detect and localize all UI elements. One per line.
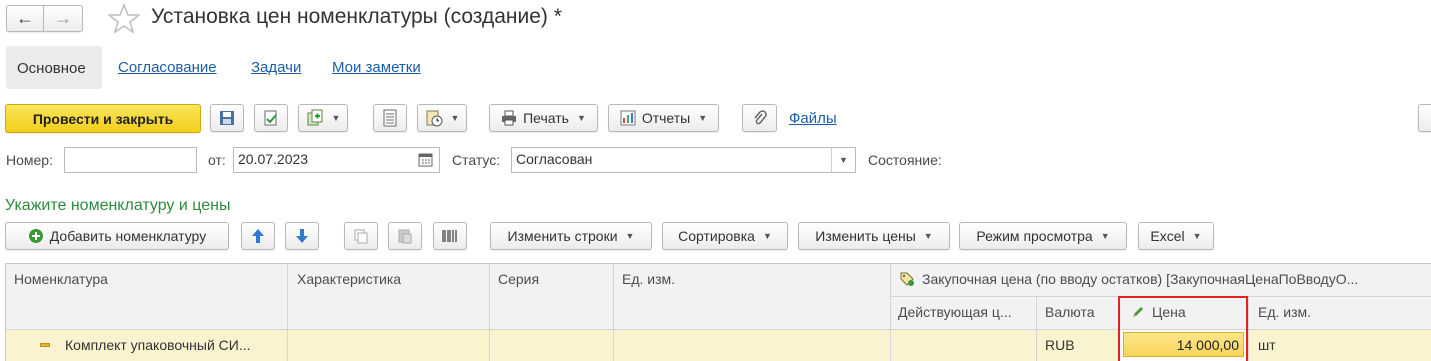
col-header-item[interactable]: Номенклатура: [14, 271, 108, 287]
chevron-down-icon: ▼: [698, 113, 708, 123]
calendar-icon[interactable]: [418, 152, 434, 167]
plus-circle-icon: [28, 229, 43, 243]
excel-button[interactable]: Excel ▼: [1138, 222, 1214, 250]
view-mode-label: Режим просмотра: [976, 228, 1093, 244]
reports-button[interactable]: Отчеты ▼: [608, 104, 719, 132]
history-button[interactable]: ▼: [417, 104, 467, 132]
chevron-down-icon: ▼: [1100, 231, 1110, 241]
window-title: Установка цен номенклатуры (создание) *: [151, 5, 562, 28]
change-prices-label: Изменить цены: [815, 228, 916, 244]
document-list-button[interactable]: [373, 104, 407, 132]
files-link[interactable]: Файлы: [789, 110, 837, 127]
change-rows-label: Изменить строки: [507, 228, 618, 244]
col-header-price-unit[interactable]: Ед. изм.: [1258, 304, 1311, 320]
number-field[interactable]: [64, 147, 197, 173]
date-label: от:: [208, 152, 226, 168]
post-document-icon: [264, 110, 277, 126]
favorite-star-icon[interactable]: [108, 3, 140, 33]
barcode-icon: [442, 230, 457, 242]
save-button[interactable]: [210, 104, 244, 132]
tab-notes[interactable]: Мои заметки: [332, 59, 421, 76]
sort-label: Сортировка: [678, 228, 755, 244]
paste-icon: [398, 229, 412, 244]
arrow-down-icon: [296, 229, 308, 243]
add-item-label: Добавить номенклатуру: [49, 228, 207, 244]
printer-icon: [502, 110, 517, 126]
tab-main[interactable]: Основное: [6, 46, 102, 89]
document-clock-icon: [426, 110, 443, 127]
paperclip-icon: [753, 110, 767, 125]
forward-button[interactable]: →: [43, 5, 83, 32]
create-based-on-button[interactable]: ▼: [298, 104, 348, 132]
move-down-button[interactable]: [285, 222, 319, 250]
chevron-down-icon: ▼: [450, 113, 460, 123]
chevron-down-icon: ▼: [839, 155, 848, 165]
status-value: Согласован: [516, 151, 593, 167]
post-and-close-button[interactable]: Провести и закрыть: [5, 104, 201, 133]
add-item-button[interactable]: Добавить номенклатуру: [5, 222, 229, 250]
attach-button[interactable]: [742, 104, 777, 132]
arrow-right-icon: →: [54, 8, 72, 28]
post-and-close-label: Провести и закрыть: [32, 110, 174, 127]
price-tag-icon: [899, 271, 915, 287]
col-header-characteristic[interactable]: Характеристика: [297, 271, 401, 287]
more-actions-button[interactable]: [1418, 104, 1431, 132]
print-button[interactable]: Печать ▼: [489, 104, 598, 132]
move-up-button[interactable]: [241, 222, 275, 250]
barcode-button[interactable]: [433, 222, 467, 250]
copy-button[interactable]: [344, 222, 378, 250]
tab-main-label: Основное: [17, 60, 86, 77]
print-label: Печать: [523, 110, 569, 126]
cell-price-unit[interactable]: шт: [1258, 337, 1276, 353]
price-column-selection-frame: [1118, 296, 1248, 361]
tab-approval[interactable]: Согласование: [118, 59, 217, 76]
col-header-series[interactable]: Серия: [498, 271, 539, 287]
paste-button[interactable]: [388, 222, 422, 250]
state-label: Состояние:: [868, 152, 942, 168]
list-icon: [383, 109, 397, 127]
chevron-down-icon: ▼: [576, 113, 586, 123]
date-value: 20.07.2023: [238, 151, 309, 167]
chevron-down-icon: ▼: [331, 113, 341, 123]
cell-currency[interactable]: RUB: [1045, 337, 1075, 353]
back-button[interactable]: ←: [6, 5, 44, 32]
number-label: Номер:: [6, 152, 53, 168]
chevron-down-icon: ▼: [762, 231, 772, 241]
status-select[interactable]: Согласован: [511, 147, 856, 173]
change-prices-button[interactable]: Изменить цены ▼: [798, 222, 950, 250]
sort-button[interactable]: Сортировка ▼: [662, 222, 788, 250]
reports-label: Отчеты: [641, 110, 691, 126]
excel-label: Excel: [1150, 228, 1185, 244]
chevron-down-icon: ▼: [625, 231, 635, 241]
copy-icon: [354, 229, 368, 244]
date-field[interactable]: 20.07.2023: [233, 147, 440, 173]
post-button[interactable]: [254, 104, 288, 132]
save-icon: [220, 111, 234, 125]
change-rows-button[interactable]: Изменить строки ▼: [490, 222, 652, 250]
create-based-on-icon: [307, 109, 323, 126]
col-header-price-group[interactable]: Закупочная цена (по вводу остатков) [Зак…: [922, 271, 1422, 287]
tab-tasks[interactable]: Задачи: [251, 59, 301, 76]
arrow-up-icon: [252, 229, 264, 243]
col-header-currency[interactable]: Валюта: [1045, 304, 1095, 320]
section-title: Укажите номенклатуру и цены: [5, 197, 231, 214]
report-chart-icon: [620, 110, 636, 126]
col-header-current[interactable]: Действующая ц...: [898, 304, 1012, 320]
view-mode-button[interactable]: Режим просмотра ▼: [959, 222, 1127, 250]
row-marker-icon: [40, 343, 50, 347]
cell-item[interactable]: Комплект упаковочный СИ...: [65, 337, 251, 353]
col-header-unit[interactable]: Ед. изм.: [622, 271, 675, 287]
status-dropdown-button[interactable]: ▼: [831, 147, 855, 173]
chevron-down-icon: ▼: [923, 231, 933, 241]
chevron-down-icon: ▼: [1192, 231, 1202, 241]
status-label: Статус:: [452, 152, 501, 168]
arrow-left-icon: ←: [16, 8, 34, 28]
